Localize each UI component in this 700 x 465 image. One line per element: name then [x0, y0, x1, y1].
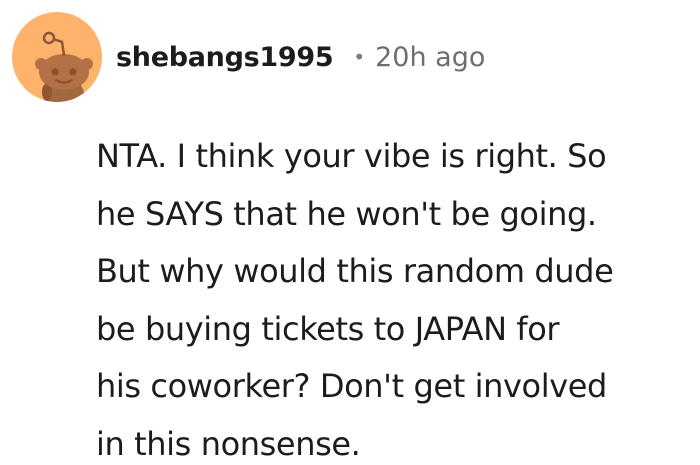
snoo-avatar-icon [35, 31, 93, 102]
comment-body-line: NTA. I think your vibe is right. So [96, 137, 607, 175]
meta-separator: • [353, 45, 366, 69]
comment: shebangs1995 • 20h ago NTA. I think your… [0, 0, 700, 465]
comment-timestamp[interactable]: 20h ago [375, 44, 485, 71]
username-link[interactable]: shebangs1995 [116, 44, 334, 71]
comment-body-line: he SAYS that he won't be going. [96, 194, 597, 233]
comment-body-line: But why would this random dude [96, 252, 614, 291]
comment-body: NTA. I think your vibe is right. So he S… [96, 128, 686, 465]
user-avatar[interactable] [12, 12, 102, 102]
comment-body-line: be buying tickets to JAPAN for [96, 309, 560, 348]
comment-body-line: his coworker? Don't get involved [96, 367, 607, 406]
comment-header: shebangs1995 • 20h ago [12, 12, 485, 102]
comment-body-line: in this nonsense. [96, 424, 361, 463]
